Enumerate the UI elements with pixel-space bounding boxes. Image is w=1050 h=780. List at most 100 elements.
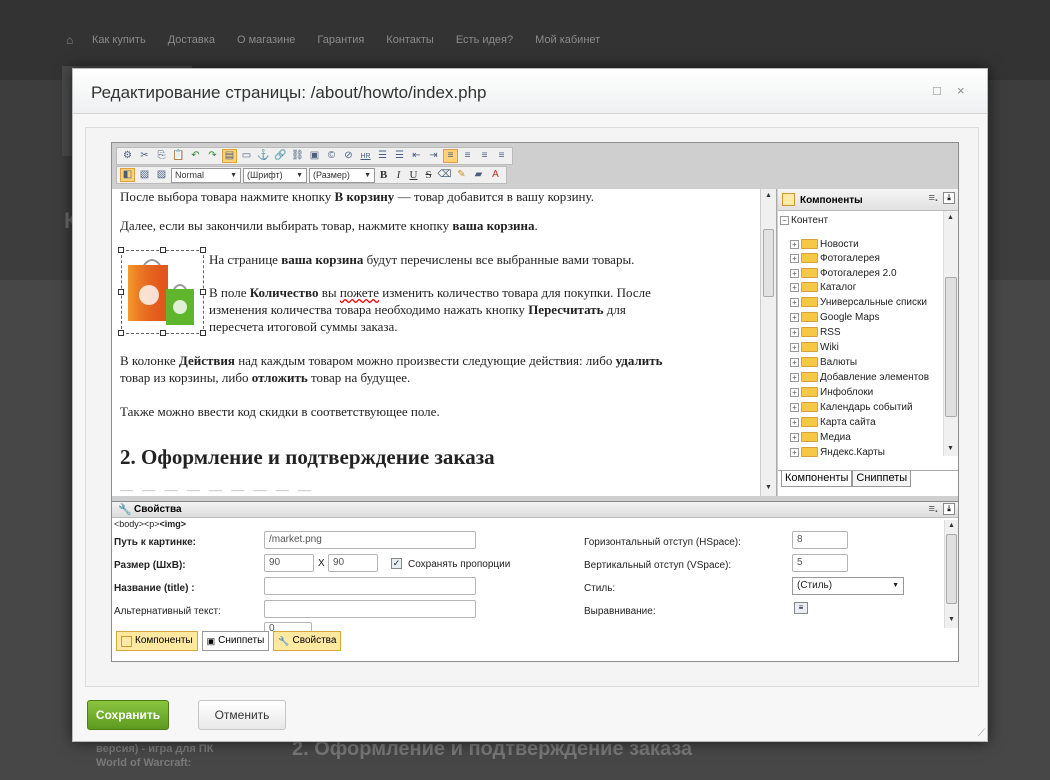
link-icon[interactable]: 🔗 — [273, 149, 288, 163]
tab-snippets[interactable]: Сниппеты — [852, 471, 912, 487]
nav-item[interactable]: Мой кабинет — [535, 34, 600, 46]
tree-root[interactable]: − Контент — [780, 213, 828, 227]
expand-icon[interactable]: + — [790, 447, 799, 457]
tree-item[interactable]: + Фотогалерея 2.0 — [790, 266, 897, 280]
outdent-icon[interactable]: ⇤ — [409, 149, 424, 163]
editor-document[interactable]: После выбора товара нажмите кнопку В кор… — [112, 189, 777, 496]
copy-icon[interactable]: ⎘ — [154, 149, 169, 163]
scroll-down-icon[interactable]: ▼ — [765, 484, 772, 491]
anchor-icon[interactable]: ⚓ — [256, 149, 271, 163]
expand-icon[interactable]: + — [790, 239, 799, 249]
width-input[interactable]: 90 — [264, 554, 314, 572]
scroll-up-icon[interactable]: ▲ — [948, 522, 955, 529]
nav-item[interactable]: О магазине — [237, 34, 295, 46]
settings-icon[interactable]: ⚙ — [120, 149, 135, 163]
expand-icon[interactable]: + — [790, 357, 799, 367]
code-mode-icon[interactable]: ▧ — [137, 168, 152, 182]
pin-icon[interactable]: ⤓ — [943, 192, 955, 204]
tree-item[interactable]: + Универсальные списки — [790, 295, 927, 309]
eraser-icon[interactable]: ⌫ — [437, 168, 452, 182]
tab-components-bottom[interactable]: Компоненты — [116, 631, 198, 651]
save-button[interactable]: Сохранить — [87, 700, 169, 730]
source-icon[interactable]: ▤ — [222, 149, 237, 163]
expand-icon[interactable]: + — [790, 342, 799, 352]
cut-icon[interactable]: ✂ — [137, 149, 152, 163]
resize-grip-icon[interactable]: ⟋ — [978, 728, 985, 739]
tree-item[interactable]: + Медиа — [790, 430, 851, 444]
italic-icon[interactable]: I — [392, 169, 405, 181]
ordered-list-icon[interactable]: ☰ — [375, 149, 390, 163]
scroll-down-icon[interactable]: ▼ — [947, 445, 954, 452]
scroll-thumb[interactable] — [945, 277, 957, 417]
tree-item[interactable]: + Каталог — [790, 280, 856, 294]
cancel-button[interactable]: Отменить — [198, 700, 286, 730]
nav-item[interactable]: Доставка — [168, 34, 215, 46]
document-scrollbar[interactable]: ▲ ▼ — [760, 189, 776, 496]
resize-handle[interactable] — [200, 330, 206, 336]
tab-components[interactable]: Компоненты — [781, 471, 853, 487]
alt-input[interactable] — [264, 600, 476, 618]
nav-item[interactable]: Как купить — [92, 34, 146, 46]
resize-handle[interactable] — [160, 330, 166, 336]
tree-item[interactable]: + Яндекс.Карты — [790, 445, 885, 459]
unlink-icon[interactable]: ⛓ — [290, 149, 305, 163]
expand-icon[interactable]: + — [790, 312, 799, 322]
pin-icon[interactable]: ⤓ — [943, 503, 955, 515]
tree-item[interactable]: + Карта сайта — [790, 415, 876, 429]
font-select[interactable]: (Шрифт) ▼ — [243, 167, 307, 183]
underline-icon[interactable]: U — [407, 169, 420, 181]
expand-icon[interactable]: + — [790, 417, 799, 427]
collapse-icon[interactable]: − — [780, 215, 789, 225]
height-input[interactable]: 90 — [328, 554, 378, 572]
keep-ratio-checkbox[interactable]: ✓ — [391, 558, 402, 569]
flash-icon[interactable]: ⊘ — [341, 149, 356, 163]
expand-icon[interactable]: + — [790, 268, 799, 278]
maximize-icon[interactable]: □ — [933, 83, 941, 98]
format-select[interactable]: Normal ▼ — [171, 167, 241, 183]
font-color-icon[interactable]: A — [488, 168, 503, 182]
tab-properties-bottom[interactable]: 🔧 Свойства — [273, 631, 342, 651]
home-icon[interactable]: ⌂ — [66, 33, 73, 47]
components-scrollbar[interactable]: ▲ ▼ — [943, 211, 958, 456]
undo-icon[interactable]: ↶ — [188, 149, 203, 163]
redo-icon[interactable]: ↷ — [205, 149, 220, 163]
close-icon[interactable]: × — [957, 83, 965, 98]
strikethrough-icon[interactable]: S — [422, 169, 435, 181]
bold-icon[interactable]: B — [377, 169, 390, 181]
scroll-down-icon[interactable]: ▼ — [948, 616, 955, 623]
tree-item[interactable]: + Добавление элементов — [790, 370, 929, 384]
align-right-icon[interactable]: ≡ — [477, 149, 492, 163]
clean-icon[interactable]: ✎ — [454, 168, 469, 182]
menu-icon[interactable]: ≡. — [929, 192, 938, 204]
paste-icon[interactable]: 📋 — [171, 149, 186, 163]
dialog-header[interactable]: Редактирование страницы: /about/howto/in… — [73, 69, 987, 114]
vspace-input[interactable]: 5 — [792, 554, 848, 572]
title-input[interactable] — [264, 577, 476, 595]
copyright-icon[interactable]: © — [324, 149, 339, 163]
expand-icon[interactable]: + — [790, 327, 799, 337]
resize-handle[interactable] — [200, 289, 206, 295]
tree-item[interactable]: + RSS — [790, 325, 841, 339]
image-icon[interactable]: ▣ — [307, 149, 322, 163]
breadcrumb-current[interactable]: <img> — [160, 519, 187, 529]
expand-icon[interactable]: + — [790, 297, 799, 307]
tree-item[interactable]: + Инфоблоки — [790, 385, 873, 399]
indent-icon[interactable]: ⇥ — [426, 149, 441, 163]
style-select[interactable]: (Стиль) ▼ — [792, 577, 904, 595]
expand-icon[interactable]: + — [790, 253, 799, 263]
resize-handle[interactable] — [118, 247, 124, 253]
tab-snippets-bottom[interactable]: ▣ Сниппеты — [201, 631, 270, 651]
expand-icon[interactable]: + — [790, 282, 799, 292]
expand-icon[interactable]: + — [790, 402, 799, 412]
resize-handle[interactable] — [118, 330, 124, 336]
tree-item[interactable]: + Wiki — [790, 340, 839, 354]
scroll-up-icon[interactable]: ▲ — [765, 192, 772, 199]
scroll-up-icon[interactable]: ▲ — [947, 214, 954, 221]
nav-item[interactable]: Гарантия — [317, 34, 364, 46]
breadcrumb-path[interactable]: <body><p> — [114, 519, 160, 529]
tree-item[interactable]: + Календарь событий — [790, 400, 913, 414]
menu-icon[interactable]: ≡. — [929, 503, 938, 515]
expand-icon[interactable]: + — [790, 387, 799, 397]
align-center-icon[interactable]: ≡ — [460, 149, 475, 163]
nav-item[interactable]: Есть идея? — [456, 34, 513, 46]
